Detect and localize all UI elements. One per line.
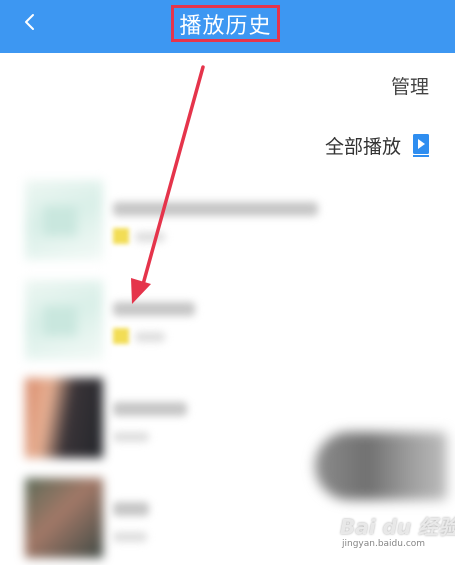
history-title-blurred [113, 402, 187, 416]
play-list-icon [413, 133, 429, 157]
watermark-url: jingyan.baidu.com [342, 539, 426, 549]
history-thumbnail [25, 378, 103, 458]
history-title-blurred [113, 302, 195, 316]
history-thumbnail [25, 478, 103, 558]
page-title: 播放历史 [179, 13, 272, 39]
play-all-button[interactable]: 全部播放 [325, 132, 429, 159]
back-button[interactable] [18, 10, 44, 36]
manage-button[interactable]: 管理 [391, 72, 429, 99]
history-item[interactable] [25, 280, 445, 365]
title-highlight-box: 播放历史 [171, 5, 280, 42]
chevron-left-icon [25, 14, 34, 30]
watermark: Bai du 经验 jingyan.baidu.com [340, 505, 455, 557]
play-all-label: 全部播放 [324, 136, 401, 158]
history-tag [113, 328, 129, 344]
history-meta-blurred [135, 332, 165, 342]
history-thumbnail [25, 280, 103, 360]
history-item[interactable] [25, 180, 445, 265]
history-title-blurred [113, 502, 149, 516]
history-meta-blurred [113, 532, 147, 542]
watermark-brand: Bai du 经验 [340, 515, 455, 539]
history-thumbnail [25, 180, 103, 260]
history-meta-blurred [113, 432, 149, 442]
history-meta-blurred [135, 232, 165, 242]
app-header: 播放历史 [0, 0, 455, 53]
blurred-overlay [315, 432, 447, 500]
history-tag [113, 228, 129, 244]
history-title-blurred [113, 202, 318, 216]
